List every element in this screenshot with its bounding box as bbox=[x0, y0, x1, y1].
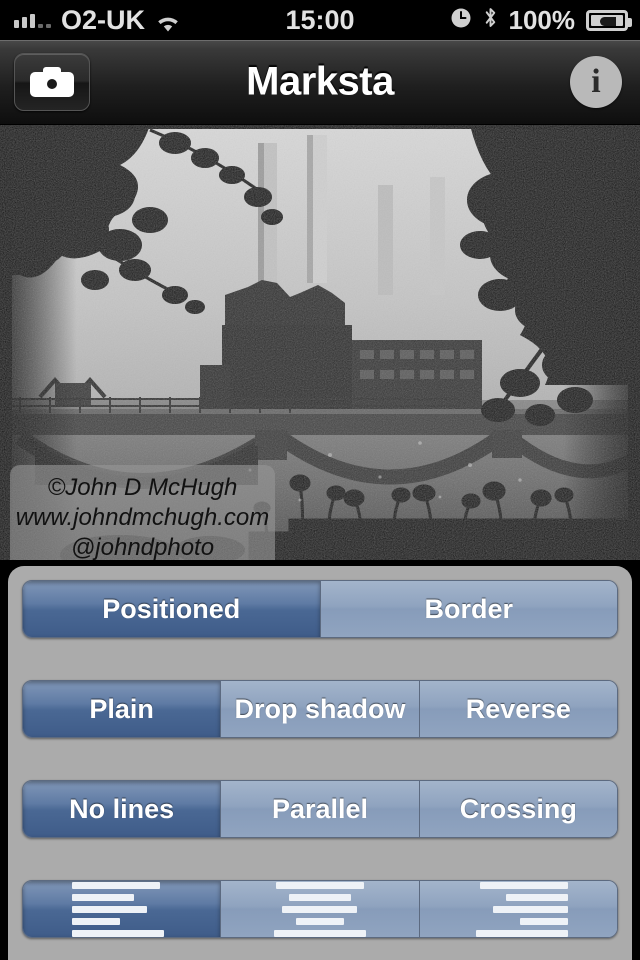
align-left-icon bbox=[71, 881, 172, 937]
segment-positioned[interactable]: Positioned bbox=[23, 581, 321, 637]
navigation-bar: Marksta i bbox=[0, 40, 640, 125]
bluetooth-icon bbox=[483, 5, 498, 36]
segment-reverse[interactable]: Reverse bbox=[419, 681, 617, 737]
watermark-line-3: @johndphoto bbox=[70, 534, 215, 560]
segmented-control-text-style[interactable]: Plain Drop shadow Reverse bbox=[22, 680, 618, 738]
app-screen: O2-UK 15:00 100% Marksta i ©John D McHug… bbox=[0, 0, 640, 960]
align-right-icon bbox=[468, 881, 569, 937]
segment-align-left[interactable] bbox=[23, 881, 222, 937]
photo-preview[interactable]: ©John D McHugh www.johndmchugh.com @john… bbox=[0, 125, 640, 560]
segment-no-lines[interactable]: No lines bbox=[23, 781, 222, 837]
segment-plain[interactable]: Plain bbox=[23, 681, 222, 737]
watermark-overlay[interactable]: ©John D McHugh www.johndmchugh.com @john… bbox=[10, 465, 275, 560]
controls-panel: Positioned Border Plain Drop shadow Reve… bbox=[8, 566, 632, 960]
segmented-control-layout-mode[interactable]: Positioned Border bbox=[22, 580, 618, 638]
status-bar-right: 100% bbox=[450, 4, 632, 36]
alarm-clock-icon bbox=[450, 5, 472, 36]
battery-percent-label: 100% bbox=[508, 4, 576, 35]
align-center-icon bbox=[270, 881, 370, 937]
segmented-control-line-style[interactable]: No lines Parallel Crossing bbox=[22, 780, 618, 838]
battery-charging-icon bbox=[586, 9, 632, 31]
segment-drop-shadow[interactable]: Drop shadow bbox=[221, 681, 420, 737]
watermark-line-1: ©John D McHugh bbox=[47, 474, 238, 501]
segmented-control-text-alignment[interactable] bbox=[22, 880, 618, 938]
segment-border[interactable]: Border bbox=[320, 581, 617, 637]
page-title: Marksta bbox=[246, 59, 394, 104]
segment-align-center[interactable] bbox=[221, 881, 420, 937]
segment-parallel[interactable]: Parallel bbox=[221, 781, 420, 837]
watermark-line-2: www.johndmchugh.com bbox=[15, 504, 270, 531]
segment-align-right[interactable] bbox=[419, 881, 617, 937]
status-bar: O2-UK 15:00 100% bbox=[0, 0, 640, 40]
segment-crossing[interactable]: Crossing bbox=[419, 781, 617, 837]
info-button[interactable]: i bbox=[570, 56, 622, 108]
